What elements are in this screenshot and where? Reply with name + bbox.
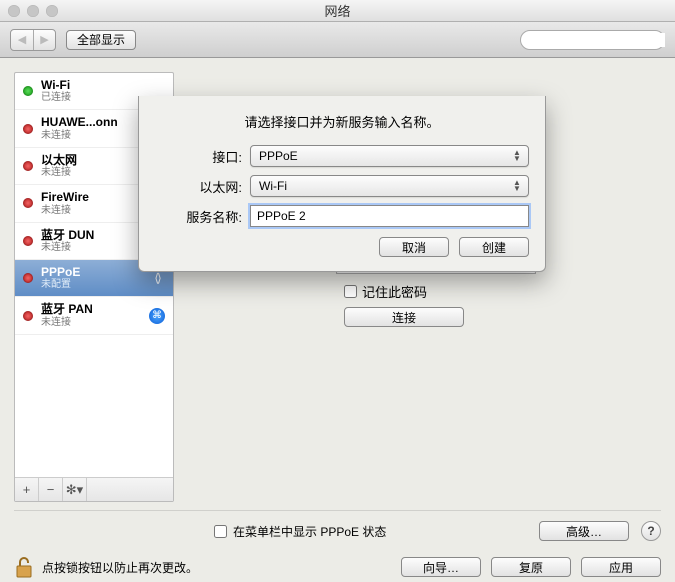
sidebar-item-status: 未连接	[41, 317, 141, 329]
sidebar-item-status: 未连接	[41, 130, 141, 142]
separator	[14, 510, 661, 511]
sidebar-item-name: PPPoE	[41, 265, 136, 279]
advanced-button[interactable]: 高级…	[539, 521, 629, 541]
interface-value: PPPoE	[259, 149, 298, 163]
nav-group: ◀ ▶	[10, 29, 56, 51]
sidebar-footer: + − ✻▾	[15, 477, 173, 501]
sidebar-item-text: 蓝牙 PAN未连接	[41, 302, 141, 328]
interface-select[interactable]: PPPoE ▲▼	[250, 145, 529, 167]
sidebar-item-name: 蓝牙 PAN	[41, 302, 136, 316]
help-button[interactable]: ?	[641, 521, 661, 541]
add-connection-button[interactable]: +	[15, 478, 39, 501]
search-input[interactable]	[531, 33, 665, 47]
ethernet-label: 以太网:	[155, 177, 250, 196]
main-content: Wi-Fi已连接HUAWE...onn未连接以太网未连接FireWire未连接☀…	[0, 58, 675, 582]
status-dot	[23, 124, 33, 134]
status-dot	[23, 86, 33, 96]
bluetooth-icon: ⌘	[149, 308, 165, 324]
arrows-icon: ⟨⟩	[149, 270, 165, 286]
gear-menu-button[interactable]: ✻▾	[63, 478, 87, 501]
sidebar-item-text: 以太网未连接	[41, 153, 141, 179]
remove-connection-button[interactable]: −	[39, 478, 63, 501]
wizard-button[interactable]: 向导…	[401, 557, 481, 577]
new-service-sheet: 请选择接口并为新服务输入名称。 接口: PPPoE ▲▼ 以太网: Wi-Fi …	[138, 96, 546, 272]
toolbar: ◀ ▶ 全部显示	[0, 22, 675, 58]
apply-button[interactable]: 应用	[581, 557, 661, 577]
lock-icon[interactable]	[14, 555, 34, 579]
sidebar-item-text: 蓝牙 DUN未连接	[41, 228, 141, 254]
show-in-menubar-checkbox[interactable]	[214, 525, 227, 538]
status-dot	[23, 311, 33, 321]
forward-button[interactable]: ▶	[33, 30, 55, 50]
connect-button[interactable]: 连接	[344, 307, 464, 327]
service-name-input[interactable]	[250, 205, 529, 227]
show-all-button[interactable]: 全部显示	[66, 30, 136, 50]
sidebar-item-6[interactable]: 蓝牙 PAN未连接 ⌘	[15, 297, 173, 334]
revert-button[interactable]: 复原	[491, 557, 571, 577]
sidebar-item-text: FireWire未连接	[41, 190, 141, 216]
service-name-label: 服务名称:	[155, 207, 250, 226]
sidebar-item-text: PPPoE未配置	[41, 265, 141, 291]
lock-area: 点按锁按钮以防止再次更改。	[14, 555, 391, 579]
show-in-menubar-label: 在菜单栏中显示 PPPoE 状态	[233, 523, 386, 540]
search-field[interactable]	[520, 30, 665, 50]
status-dot	[23, 273, 33, 283]
sidebar-item-name: FireWire	[41, 190, 136, 204]
status-dot	[23, 236, 33, 246]
ethernet-value: Wi-Fi	[259, 179, 287, 193]
sidebar-item-status: 未配置	[41, 279, 141, 291]
sidebar-item-status: 未连接	[41, 167, 141, 179]
interface-label: 接口:	[155, 147, 250, 166]
window-titlebar: 网络	[0, 0, 675, 22]
sidebar-item-name: HUAWE...onn	[41, 115, 136, 129]
sidebar-item-name: 蓝牙 DUN	[41, 228, 136, 242]
window-title: 网络	[0, 1, 675, 20]
sidebar-item-name: 以太网	[41, 153, 136, 167]
sidebar-item-status: 已连接	[41, 92, 141, 104]
lock-text: 点按锁按钮以防止再次更改。	[42, 559, 198, 576]
sidebar-item-text: HUAWE...onn未连接	[41, 115, 141, 141]
sidebar-item-status: 未连接	[41, 205, 141, 217]
sidebar-item-text: Wi-Fi已连接	[41, 78, 141, 104]
sheet-title: 请选择接口并为新服务输入名称。	[155, 112, 529, 131]
status-dot	[23, 161, 33, 171]
remember-password-checkbox[interactable]	[344, 285, 357, 298]
chevron-updown-icon: ▲▼	[510, 180, 524, 192]
create-button[interactable]: 创建	[459, 237, 529, 257]
chevron-updown-icon: ▲▼	[510, 150, 524, 162]
ethernet-select[interactable]: Wi-Fi ▲▼	[250, 175, 529, 197]
cancel-button[interactable]: 取消	[379, 237, 449, 257]
sidebar-item-status: 未连接	[41, 242, 141, 254]
back-button[interactable]: ◀	[11, 30, 33, 50]
status-dot	[23, 198, 33, 208]
sidebar-item-name: Wi-Fi	[41, 78, 136, 92]
remember-password-label: 记住此密码	[362, 282, 427, 301]
